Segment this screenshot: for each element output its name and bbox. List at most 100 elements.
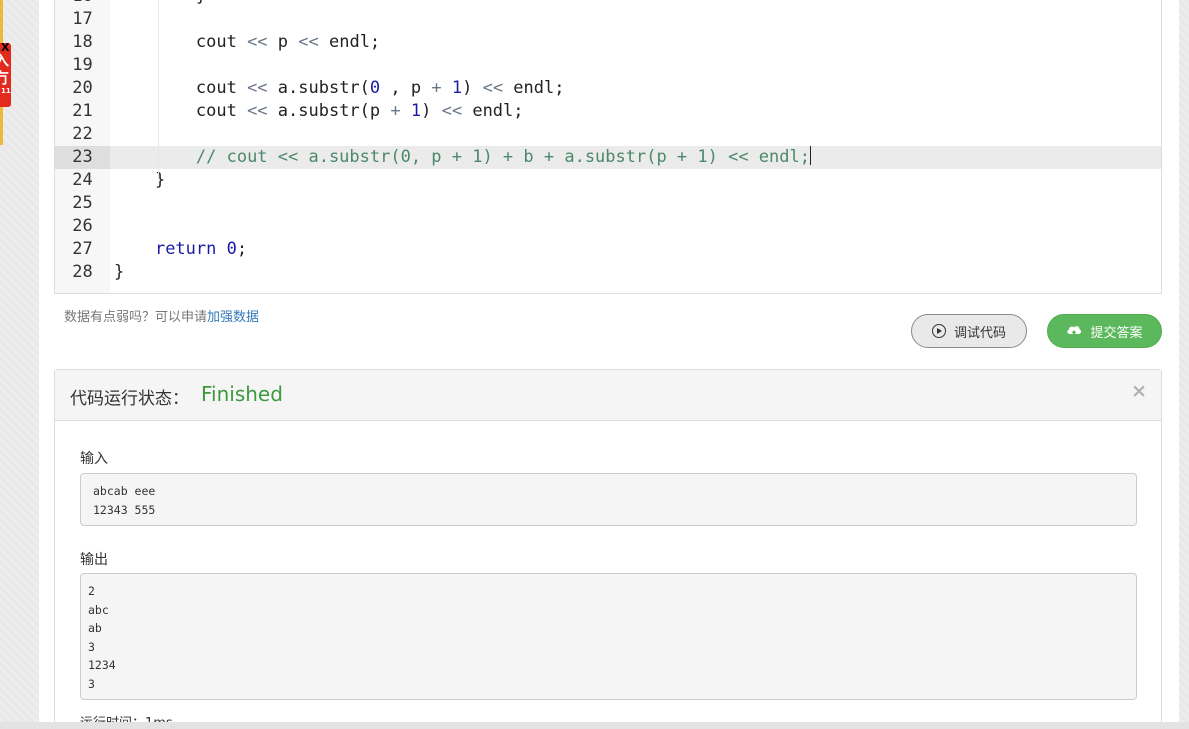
output-line: ab [88,621,102,636]
output-line: 2 [88,584,95,598]
code-token: << [441,101,463,121]
code-token: cout [114,32,248,52]
output-label: 输出 [80,552,108,568]
code-line[interactable]: 21 cout << a.substr(p + 1) << endl; [55,100,1161,123]
cloud-upload-icon [1066,324,1082,338]
code-token: << [247,101,268,121]
code-text: // cout << a.substr(0, p + 1) + b + a.su… [114,146,811,169]
code-token: endl; [318,32,381,52]
code-token: return [154,239,217,259]
output-line: 3 [88,676,95,691]
code-line[interactable]: 24 } [55,169,1161,192]
input-line: abcab eee [93,484,156,498]
code-token: ) [421,101,442,121]
promo-number: 11 [1,87,11,95]
submit-answer-button[interactable]: 提交答案 [1047,314,1162,348]
run-status-value: Finished [201,382,283,406]
code-token: << [298,32,319,52]
line-number: 28 [72,262,93,282]
output-line: abc [88,602,109,617]
code-token: << [247,32,268,52]
code-token: 0 [226,239,237,259]
code-token: 0 [369,78,381,98]
run-status-panel: 代码运行状态： Finished × 输入 abcab eee 12343 55… [54,369,1162,729]
code-line[interactable]: 19 [55,54,1161,77]
page: 入 冇 11 X 16 }1718 cout << p << endl;1920… [0,0,1189,729]
line-number: 22 [72,124,93,144]
code-line[interactable]: 27 return 0; [55,238,1161,261]
main-container: 16 }1718 cout << p << endl;1920 cout << … [39,0,1179,729]
line-number: 20 [72,78,93,98]
code-token: 1 [410,101,422,121]
code-token: + [431,78,442,98]
line-number: 23 [55,146,110,169]
code-token: a.substr( [267,78,370,98]
run-status-title: 代码运行状态： [70,389,189,409]
promo-char-2: 冇 [0,69,10,87]
line-number: 26 [72,216,93,236]
code-token: << [247,78,268,98]
code-token: ) [462,78,483,98]
code-line[interactable]: 16 } [55,0,1161,8]
code-token: // cout << a.substr(0, p + 1) + b + a.su… [195,147,810,167]
code-token: endl; [462,101,524,121]
code-token: } [114,262,125,282]
run-status-header: 代码运行状态： Finished × [55,370,1161,421]
debug-code-label: 调试代码 [953,325,1006,341]
code-token: } [114,0,206,6]
code-line[interactable]: 26 [55,215,1161,238]
line-number: 21 [72,101,93,121]
code-token: cout [114,78,248,98]
code-editor[interactable]: 16 }1718 cout << p << endl;1920 cout << … [54,0,1162,294]
code-token: a.substr(p [267,101,391,121]
code-token: endl; [503,78,565,98]
weak-data-hint-text: 数据有点弱吗？可以申请 [64,310,208,325]
promo-close-icon[interactable]: X [1,42,9,53]
play-circle-icon [931,324,946,338]
code-token: + [390,101,401,121]
code-token: cout [114,101,248,121]
code-line[interactable]: 22 [55,123,1161,146]
input-label: 输入 [80,451,108,467]
code-token: 1 [451,78,463,98]
code-line[interactable]: 23 // cout << a.substr(0, p + 1) + b + a… [55,146,1161,169]
input-box: abcab eee 12343 555 [80,473,1137,526]
code-text: } [114,261,124,284]
output-line: 3 [88,639,95,654]
code-line[interactable]: 17 [55,8,1161,31]
code-text: cout << a.substr(0 , p + 1) << endl; [114,77,565,100]
line-number: 19 [72,55,93,75]
code-token: ; [236,239,248,259]
code-line[interactable]: 20 cout << a.substr(0 , p + 1) << endl; [55,77,1161,100]
text-cursor [809,146,811,165]
code-token: p [267,32,299,52]
line-number: 25 [72,193,93,213]
code-text: } [114,0,206,8]
weak-data-hint: 数据有点弱吗？可以申请加强数据 [64,306,259,325]
close-icon[interactable]: × [1131,380,1147,402]
line-number: 17 [72,9,93,29]
indent-guide [158,0,159,180]
strengthen-data-link[interactable]: 加强数据 [207,310,259,325]
code-text: cout << p << endl; [114,31,380,54]
code-text: cout << a.substr(p + 1) << endl; [114,100,524,123]
output-box: 2 abc ab 3 1234 3 [80,573,1137,700]
code-text: return 0; [114,238,247,261]
code-line[interactable]: 28} [55,261,1161,284]
bottom-shade [0,722,1189,729]
code-token: << [482,78,504,98]
code-token: , p [380,78,432,98]
line-number: 27 [72,239,93,259]
line-number: 18 [72,32,93,52]
line-number: 16 [55,0,110,8]
debug-code-button[interactable]: 调试代码 [911,314,1027,348]
output-line: 1234 [88,658,116,673]
code-line[interactable]: 18 cout << p << endl; [55,31,1161,54]
line-number: 24 [72,170,93,190]
code-line[interactable]: 25 [55,192,1161,215]
